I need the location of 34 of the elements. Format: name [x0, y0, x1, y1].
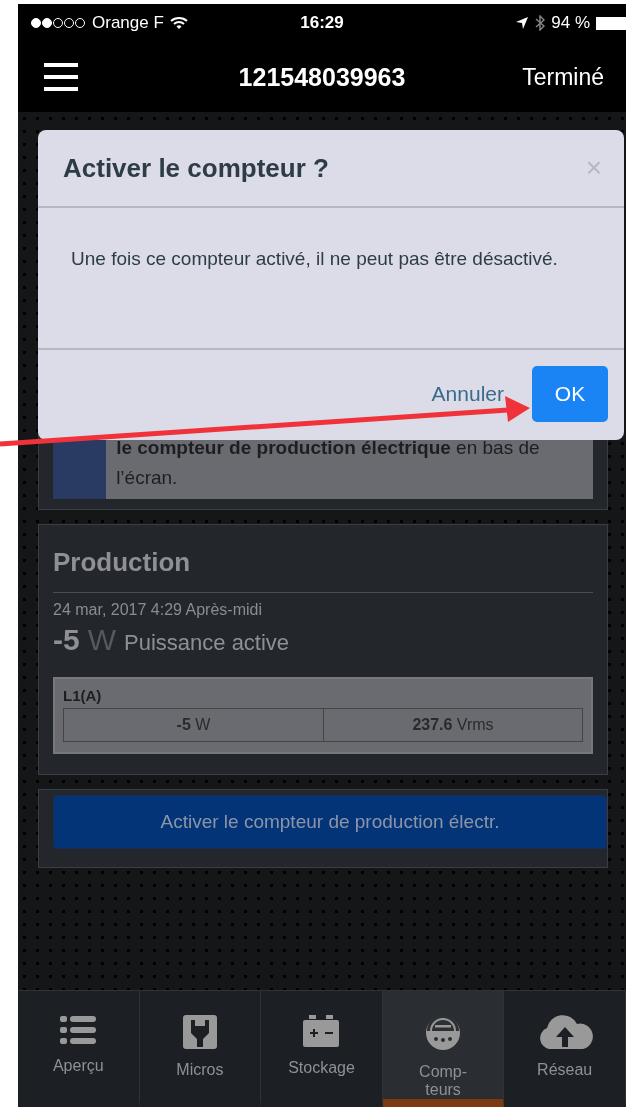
production-title: Production — [53, 547, 192, 578]
carrier-name: Orange F — [92, 13, 164, 33]
location-arrow-icon — [515, 16, 530, 30]
signal-dots-icon — [30, 17, 86, 29]
cancel-link[interactable]: Annuler — [431, 382, 504, 406]
timestamp: 24 mar, 2017 4:29 Après-midi — [53, 601, 263, 619]
tab-bar-item[interactable]: Aperçu — [18, 991, 140, 1107]
battery-icon — [596, 16, 626, 30]
power-label: Puissance active — [124, 630, 290, 656]
dialog-title: Activer le compteur ? — [63, 152, 329, 184]
bluetooth-icon — [535, 15, 546, 31]
menu-button[interactable] — [44, 63, 78, 91]
power-value: -5 — [53, 623, 80, 657]
activate-meter-button[interactable]: Activer le compteur de production électr. — [53, 795, 607, 849]
menu-icon — [44, 63, 78, 91]
tab-bar-item[interactable]: Stockage — [261, 991, 383, 1107]
tab-bar-item[interactable]: Comp- teurs — [382, 991, 505, 1107]
phase-power-cell-text: -5 W — [175, 715, 212, 735]
dialog-message: Une fois ce compteur activé, il ne peut pas être désactivé. — [38, 208, 624, 350]
clock-time: 16:29 — [300, 13, 344, 33]
phase-voltage-cell: 237.6 Vrms — [323, 709, 582, 741]
wifi-icon — [169, 16, 188, 30]
list-icon — [60, 1015, 97, 1045]
plug-icon — [182, 1015, 217, 1049]
ok-button[interactable]: OK — [532, 366, 608, 422]
battery-icon — [303, 1015, 340, 1047]
meter-icon — [425, 1015, 462, 1051]
notice-text: le compteur de production électrique en bas de l’écran. — [115, 436, 541, 490]
serial-number-title: 121548039963 — [238, 62, 406, 92]
done-button[interactable]: Terminé — [522, 63, 604, 91]
battery-percent: 94 % — [551, 13, 590, 33]
tab-bar-item[interactable]: Micros — [139, 991, 262, 1107]
tab-bar-item[interactable]: Réseau — [504, 991, 626, 1107]
phase-name: L1(A) — [63, 687, 103, 704]
